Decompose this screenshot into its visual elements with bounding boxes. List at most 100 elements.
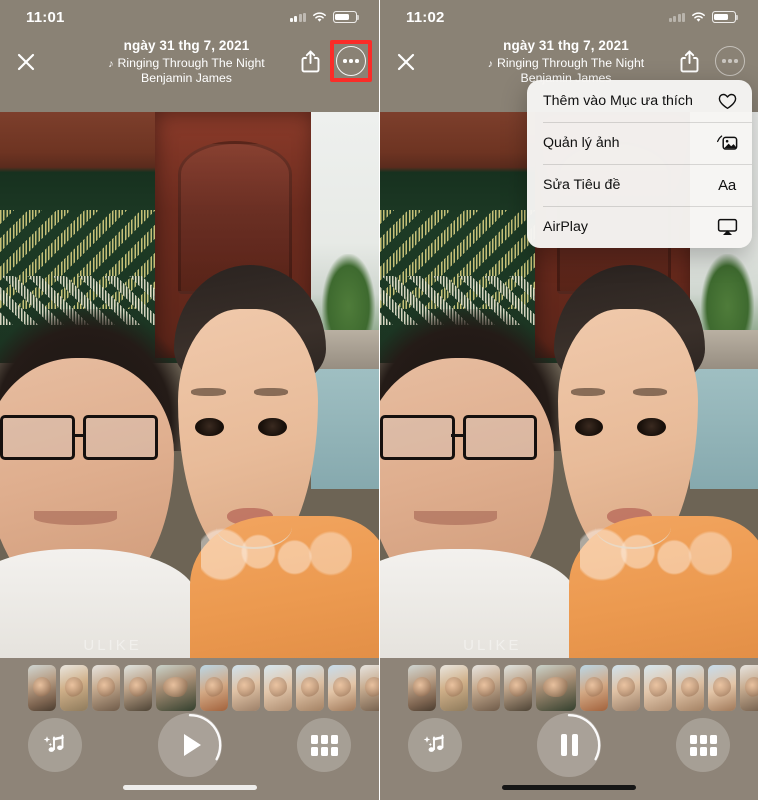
list-item[interactable]	[360, 665, 379, 711]
play-pause-button[interactable]	[157, 713, 222, 777]
menu-item-label: Thêm vào Mục ưa thích	[543, 93, 693, 109]
photo-person-man-glasses	[380, 415, 539, 460]
close-icon[interactable]	[9, 45, 43, 79]
memory-photo: ULIKE	[0, 112, 379, 658]
more-options-button[interactable]	[712, 43, 748, 79]
list-item[interactable]	[124, 665, 152, 711]
photo-watermark: ULIKE	[463, 637, 522, 654]
grid-icon[interactable]	[297, 718, 351, 772]
list-item[interactable]	[60, 665, 88, 711]
list-item[interactable]	[612, 665, 640, 711]
photo-stage-left[interactable]: ULIKE	[0, 112, 379, 658]
music-note-icon: ♪	[487, 57, 494, 70]
status-bar-left: 11:01	[0, 0, 379, 34]
thumbnail-filmstrip[interactable]	[380, 664, 758, 712]
wifi-icon	[312, 11, 327, 23]
song-title: Ringing Through The Night	[117, 55, 265, 70]
header-actions-left	[293, 43, 369, 79]
list-item[interactable]	[708, 665, 736, 711]
memory-date: ngày 31 thg 7, 2021	[123, 38, 250, 53]
photo-watermark: ULIKE	[83, 637, 142, 654]
list-item[interactable]	[676, 665, 704, 711]
music-sparkle-icon[interactable]	[408, 718, 462, 772]
status-indicators	[289, 11, 360, 23]
photo-person-girl-brow-right	[253, 387, 289, 396]
status-time: 11:02	[406, 8, 445, 26]
music-note-icon: ♪	[108, 57, 114, 70]
photo-person-girl-brow-right	[633, 387, 668, 396]
playback-controls-left	[0, 713, 379, 780]
photo-person-man-mouth	[34, 510, 118, 525]
menu-item-manage-photos[interactable]: Quản lý ảnh	[527, 122, 752, 164]
menu-item-edit-title[interactable]: Sửa Tiêu đề Aa	[527, 164, 752, 206]
more-options-icon	[336, 46, 366, 76]
menu-item-airplay[interactable]: AirPlay	[527, 206, 752, 248]
list-item[interactable]	[232, 665, 260, 711]
context-menu[interactable]: Thêm vào Mục ưa thích Quản lý ảnh Sửa Ti…	[527, 80, 752, 248]
wifi-icon	[691, 11, 706, 23]
song-title-row: ♪ Ringing Through The Night	[60, 56, 313, 71]
list-item[interactable]	[296, 665, 324, 711]
airplay-icon	[716, 216, 738, 238]
header-titles: ngày 31 thg 7, 2021 ♪ Ringing Through Th…	[60, 38, 313, 86]
status-time: 11:01	[26, 8, 65, 26]
list-item[interactable]	[328, 665, 356, 711]
more-options-icon	[715, 46, 745, 76]
song-title: Ringing Through The Night	[497, 55, 645, 70]
photo-blue-wall	[689, 368, 758, 489]
memory-date: ngày 31 thg 7, 2021	[503, 38, 629, 53]
photo-person-girl-eye-right	[637, 417, 666, 437]
photo-tree	[701, 253, 755, 342]
list-item[interactable]	[472, 665, 500, 711]
list-item[interactable]	[28, 665, 56, 711]
home-indicator	[502, 785, 636, 790]
bottom-bar-right	[380, 658, 758, 800]
photo-person-girl-brow-left	[570, 387, 605, 396]
status-bar-right: 11:02	[380, 0, 758, 34]
photo-person-girl-eye-left	[195, 417, 224, 437]
player-header-left: ngày 31 thg 7, 2021 ♪ Ringing Through Th…	[0, 34, 379, 112]
header-titles: ngày 31 thg 7, 2021 ♪ Ringing Through Th…	[440, 38, 692, 86]
photo-person-man-mouth	[414, 510, 498, 525]
header-actions-right	[672, 43, 748, 79]
list-item[interactable]	[92, 665, 120, 711]
photo-blue-wall	[310, 368, 379, 489]
list-item[interactable]	[200, 665, 228, 711]
battery-icon	[333, 11, 360, 23]
share-icon[interactable]	[672, 43, 706, 79]
song-title-row: ♪ Ringing Through The Night	[440, 56, 692, 71]
list-item[interactable]	[264, 665, 292, 711]
list-item[interactable]	[580, 665, 608, 711]
music-sparkle-icon[interactable]	[28, 718, 82, 772]
cellular-signal-icon	[668, 12, 685, 22]
list-item[interactable]	[644, 665, 672, 711]
home-indicator	[122, 785, 257, 790]
screenshot-pair: 11:01 ngày 31 thg 7, 2021 ♪ Ringing Thro…	[0, 0, 758, 800]
photo-person-girl-brow-left	[191, 387, 226, 396]
play-pause-button[interactable]	[537, 713, 601, 777]
grid-icon[interactable]	[676, 718, 730, 772]
photo-tree	[322, 253, 376, 342]
more-options-button[interactable]	[333, 43, 369, 79]
status-indicators	[668, 11, 739, 23]
menu-item-label: Sửa Tiêu đề	[543, 177, 621, 193]
heart-icon	[716, 90, 738, 112]
playback-controls-right	[380, 713, 758, 780]
list-item[interactable]	[408, 665, 436, 711]
thumbnail-filmstrip[interactable]	[0, 664, 379, 712]
bottom-bar-left	[0, 658, 379, 800]
list-item[interactable]	[440, 665, 468, 711]
menu-item-add-to-favorites[interactable]: Thêm vào Mục ưa thích	[527, 80, 752, 122]
list-item[interactable]	[156, 665, 196, 711]
share-icon[interactable]	[293, 43, 327, 79]
menu-item-label: AirPlay	[543, 219, 588, 235]
list-item[interactable]	[504, 665, 532, 711]
list-item[interactable]	[740, 665, 758, 711]
phone-screen-right: 11:02 ngày 31 thg 7, 2021 ♪ Ringing Thro…	[379, 0, 758, 800]
song-artist: Benjamin James	[141, 70, 232, 85]
photos-stack-icon	[716, 132, 738, 154]
battery-icon	[712, 11, 739, 23]
close-icon[interactable]	[389, 45, 423, 79]
photo-person-man-glasses	[0, 415, 159, 460]
list-item[interactable]	[536, 665, 576, 711]
